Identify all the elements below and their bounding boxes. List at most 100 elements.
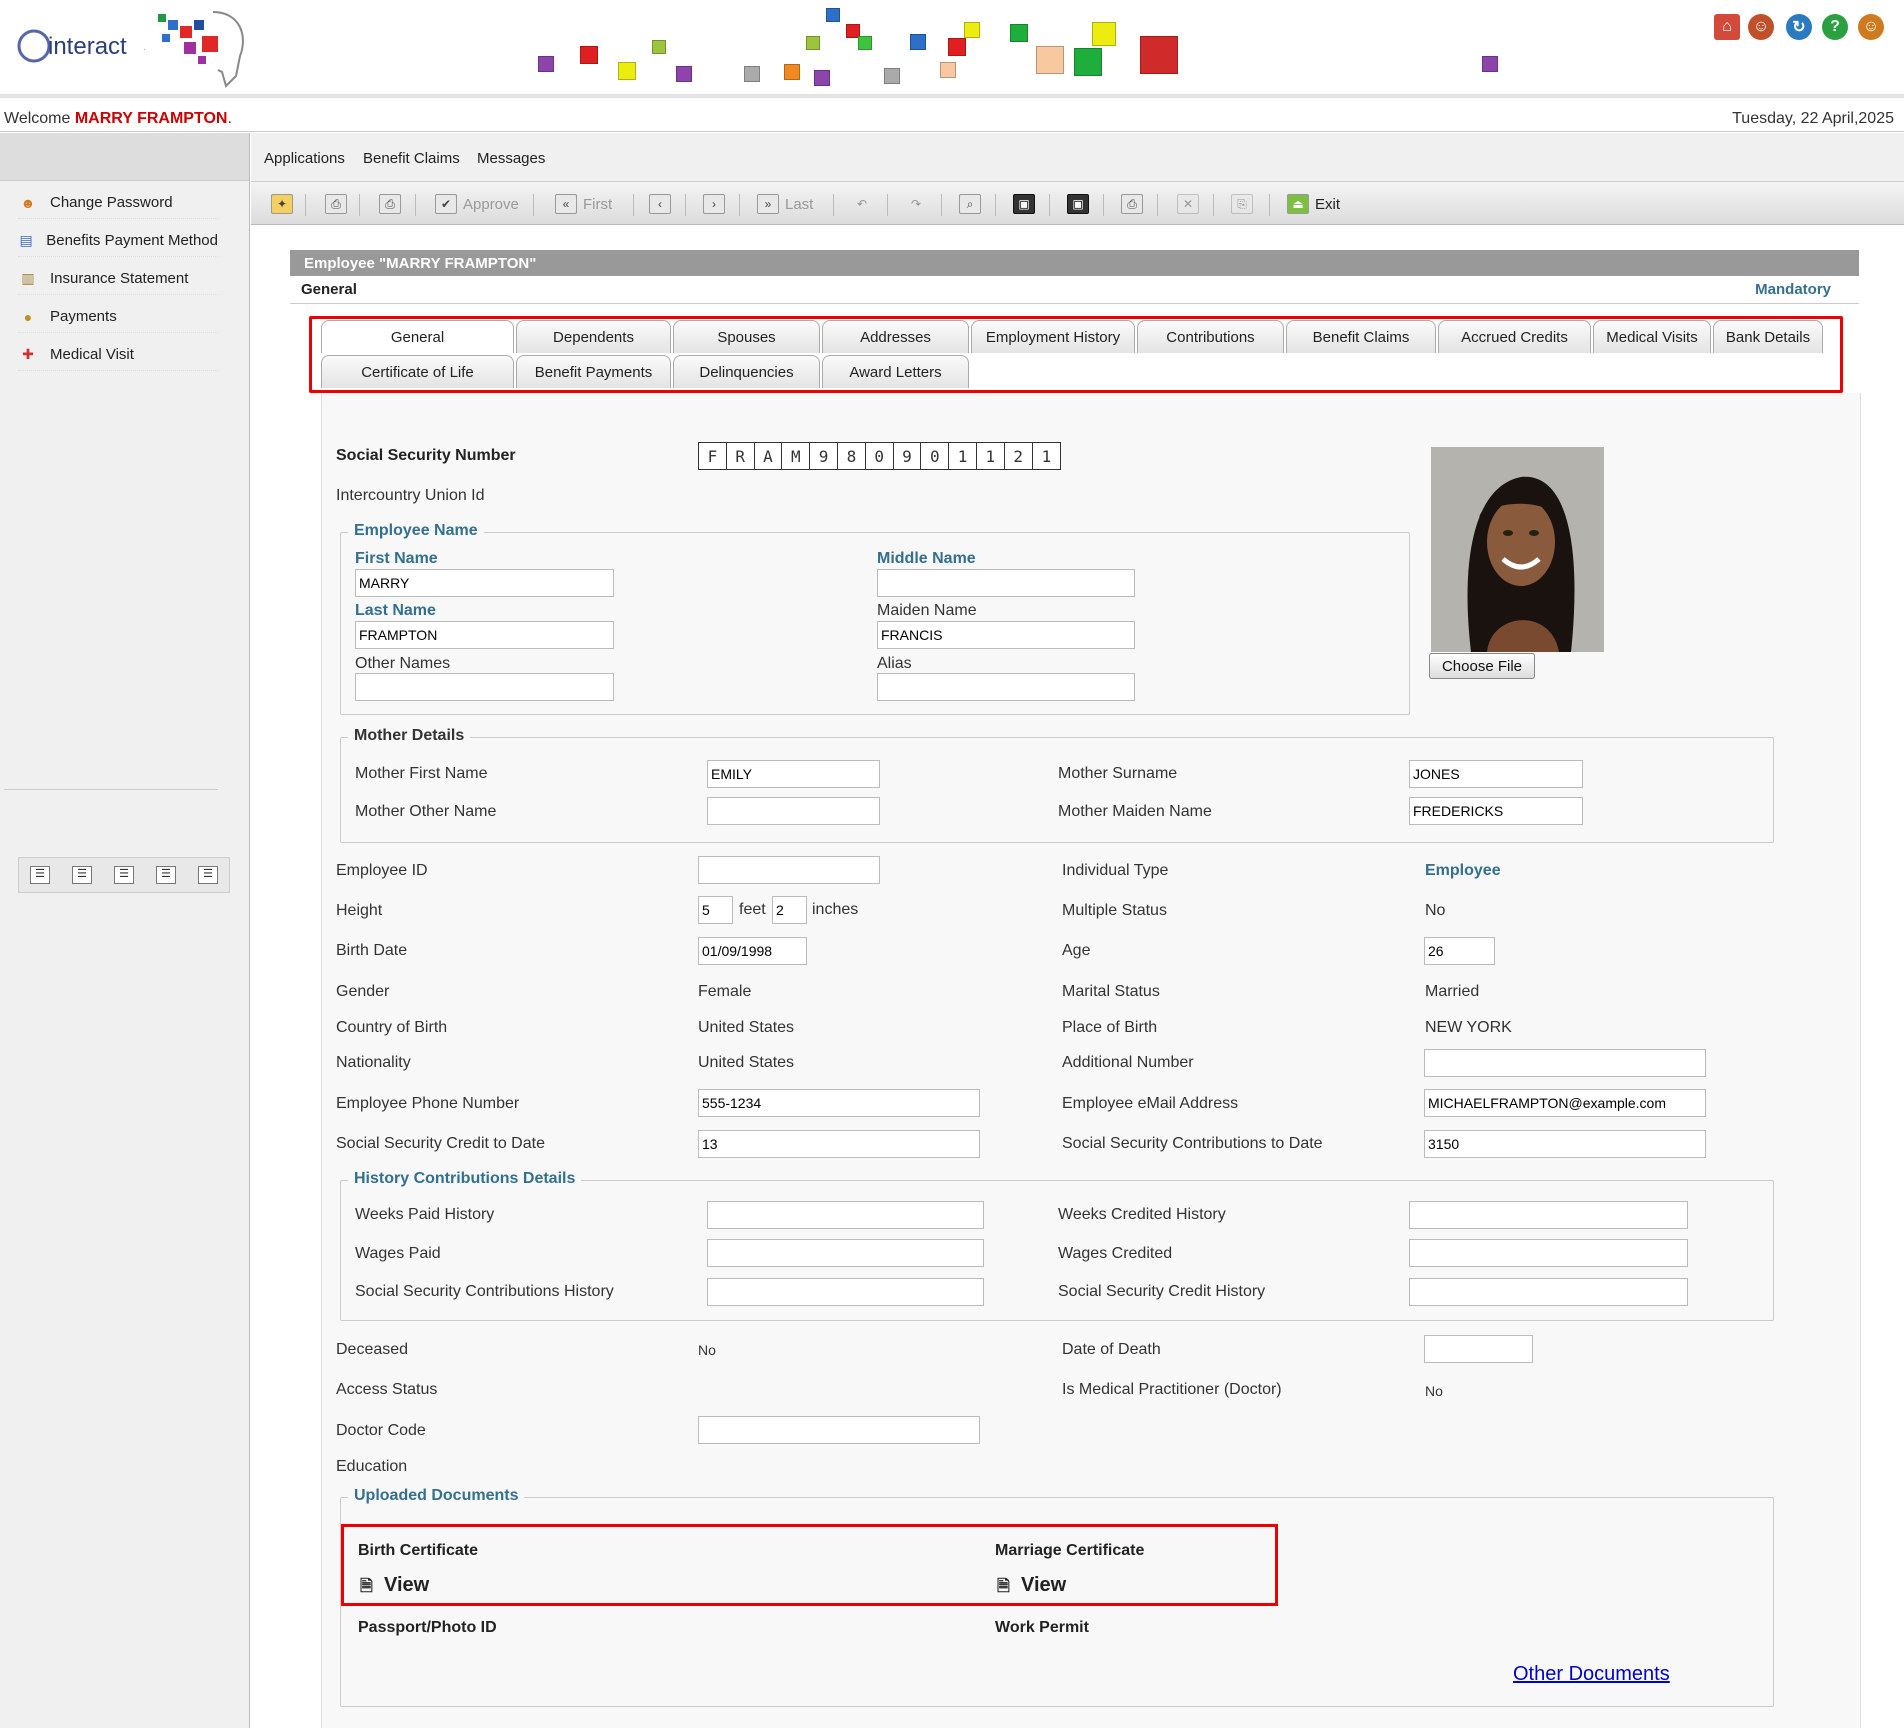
- print-all-button[interactable]: ⎙: [379, 192, 407, 216]
- interact-logo[interactable]: interact .: [8, 6, 248, 94]
- choose-file-button[interactable]: Choose File: [1429, 653, 1535, 679]
- printer-icon: ⎙: [1121, 194, 1143, 214]
- birth-certificate-view-link[interactable]: 🗎 View: [360, 1574, 429, 1597]
- height-inches-input[interactable]: 2: [772, 896, 807, 924]
- ss-credit-history-input[interactable]: [1409, 1278, 1688, 1306]
- refresh-icon[interactable]: ↻: [1786, 14, 1812, 40]
- tab-award-letters[interactable]: Award Letters: [822, 355, 969, 388]
- tab-delinquencies[interactable]: Delinquencies: [673, 355, 820, 388]
- doctor-code-input[interactable]: [698, 1416, 980, 1444]
- decor-cube: [1074, 48, 1102, 76]
- last-page-icon: »: [757, 194, 779, 214]
- next-button[interactable]: ›: [703, 192, 731, 216]
- tab-certificate-of-life[interactable]: Certificate of Life: [321, 355, 514, 388]
- tab-benefit-claims[interactable]: Benefit Claims: [1286, 320, 1436, 353]
- list-view-icon[interactable]: ☰: [30, 866, 50, 884]
- tab-accrued-credits[interactable]: Accrued Credits: [1438, 320, 1591, 353]
- approve-button[interactable]: ✔ Approve: [435, 192, 519, 216]
- ss-contributions-input[interactable]: 3150: [1424, 1130, 1706, 1158]
- email-input[interactable]: MICHAELFRAMPTON@example.com: [1424, 1089, 1706, 1117]
- tab-addresses[interactable]: Addresses: [822, 320, 969, 353]
- welcome-prefix: Welcome: [4, 110, 71, 127]
- alias-input[interactable]: [877, 673, 1135, 701]
- sidebar-item-change-password[interactable]: ☻ Change Password: [18, 187, 218, 219]
- list-view-icon[interactable]: ☰: [156, 866, 176, 884]
- list-view-icon[interactable]: ☰: [198, 866, 218, 884]
- delete-button[interactable]: ✕: [1177, 192, 1205, 216]
- previous-button[interactable]: ‹: [649, 192, 677, 216]
- employee-id-input[interactable]: [698, 856, 880, 884]
- tab-bank-details[interactable]: Bank Details: [1713, 320, 1823, 353]
- new-button[interactable]: ✦: [271, 192, 299, 216]
- mother-surname-input[interactable]: JONES: [1409, 760, 1583, 788]
- phone-input[interactable]: 555-1234: [698, 1089, 980, 1117]
- last-name-input[interactable]: FRAMPTON: [355, 621, 614, 649]
- export-button[interactable]: ⎘: [1231, 192, 1259, 216]
- ss-contrib-history-input[interactable]: [707, 1278, 984, 1306]
- print-preview-button[interactable]: ⎙: [325, 192, 353, 216]
- redo-button[interactable]: ↷: [905, 192, 933, 216]
- tab-contributions[interactable]: Contributions: [1137, 320, 1284, 353]
- date-of-death-input[interactable]: [1424, 1335, 1533, 1363]
- height-feet-input[interactable]: 5: [698, 896, 733, 924]
- mother-maiden-name-input[interactable]: FREDERICKS: [1409, 797, 1583, 825]
- ss-credit-input[interactable]: 13: [698, 1130, 980, 1158]
- ssn-field[interactable]: F R A M 9 8 0 9 0 1 1 2 1: [698, 442, 1062, 470]
- employee-name-legend: Employee Name: [348, 522, 484, 540]
- menu-messages[interactable]: Messages: [477, 150, 545, 167]
- additional-number-input[interactable]: [1424, 1049, 1706, 1077]
- first-button[interactable]: « First: [555, 192, 612, 216]
- mother-first-name-input[interactable]: EMILY: [707, 760, 880, 788]
- tab-benefit-payments[interactable]: Benefit Payments: [516, 355, 671, 388]
- list-view-icon[interactable]: ☰: [72, 866, 92, 884]
- toolbar-separator: [1269, 194, 1270, 216]
- undo-button[interactable]: ↶: [851, 192, 879, 216]
- wages-paid-input[interactable]: [707, 1239, 984, 1267]
- other-names-input[interactable]: [355, 673, 614, 701]
- mother-other-name-input[interactable]: [707, 797, 880, 825]
- sidebar-item-label: Payments: [50, 308, 117, 325]
- menu-benefit-claims[interactable]: Benefit Claims: [363, 150, 460, 167]
- last-button[interactable]: » Last: [757, 192, 813, 216]
- tab-dependents[interactable]: Dependents: [516, 320, 671, 353]
- tab-spouses[interactable]: Spouses: [673, 320, 820, 353]
- birth-date-input[interactable]: 01/09/1998: [698, 937, 807, 965]
- search-button[interactable]: ⌕: [959, 192, 987, 216]
- save-button[interactable]: ▣: [1013, 192, 1041, 216]
- other-documents-link[interactable]: Other Documents: [1513, 1663, 1670, 1686]
- weeks-paid-input[interactable]: [707, 1201, 984, 1229]
- wages-credited-input[interactable]: [1409, 1239, 1688, 1267]
- logout-icon[interactable]: ☺: [1858, 14, 1884, 40]
- save-as-button[interactable]: ▣: [1067, 192, 1095, 216]
- nationality-value: United States: [698, 1054, 795, 1071]
- maiden-name-label: Maiden Name: [877, 602, 977, 619]
- first-name-input[interactable]: MARRY: [355, 569, 614, 597]
- sidebar-item-medical-visit[interactable]: ✚ Medical Visit: [18, 339, 218, 371]
- tab-medical-visits[interactable]: Medical Visits: [1593, 320, 1711, 353]
- tab-general[interactable]: General: [321, 320, 514, 353]
- toolbar-separator: [1157, 194, 1158, 216]
- help-icon[interactable]: ?: [1822, 14, 1848, 40]
- marriage-certificate-view-link[interactable]: 🗎 View: [997, 1574, 1066, 1597]
- list-view-icon[interactable]: ☰: [114, 866, 134, 884]
- print-button[interactable]: ⎙: [1121, 192, 1149, 216]
- sidebar-item-benefits-payment-method[interactable]: ▤ Benefits Payment Method: [18, 225, 218, 257]
- user-icon[interactable]: ☺: [1748, 14, 1774, 40]
- middle-name-input[interactable]: [877, 569, 1135, 597]
- maiden-name-input[interactable]: FRANCIS: [877, 621, 1135, 649]
- menu-applications[interactable]: Applications: [264, 150, 345, 167]
- decor-cube: [940, 62, 956, 78]
- weeks-credited-input[interactable]: [1409, 1201, 1688, 1229]
- phone-label: Employee Phone Number: [336, 1095, 520, 1112]
- mother-other-name-label: Mother Other Name: [355, 803, 497, 820]
- tab-employment-history[interactable]: Employment History: [971, 320, 1135, 353]
- mandatory-link[interactable]: Mandatory: [1755, 281, 1831, 298]
- home-icon[interactable]: ⌂: [1714, 14, 1740, 40]
- age-input[interactable]: 26: [1424, 937, 1495, 965]
- exit-button[interactable]: ⏏ Exit: [1287, 192, 1340, 216]
- sidebar-item-payments[interactable]: ● Payments: [18, 301, 218, 333]
- mother-surname-label: Mother Surname: [1058, 765, 1178, 782]
- undo-icon: ↶: [856, 197, 868, 211]
- last-label: Last: [785, 195, 814, 213]
- sidebar-item-insurance-statement[interactable]: ▥ Insurance Statement: [18, 263, 218, 295]
